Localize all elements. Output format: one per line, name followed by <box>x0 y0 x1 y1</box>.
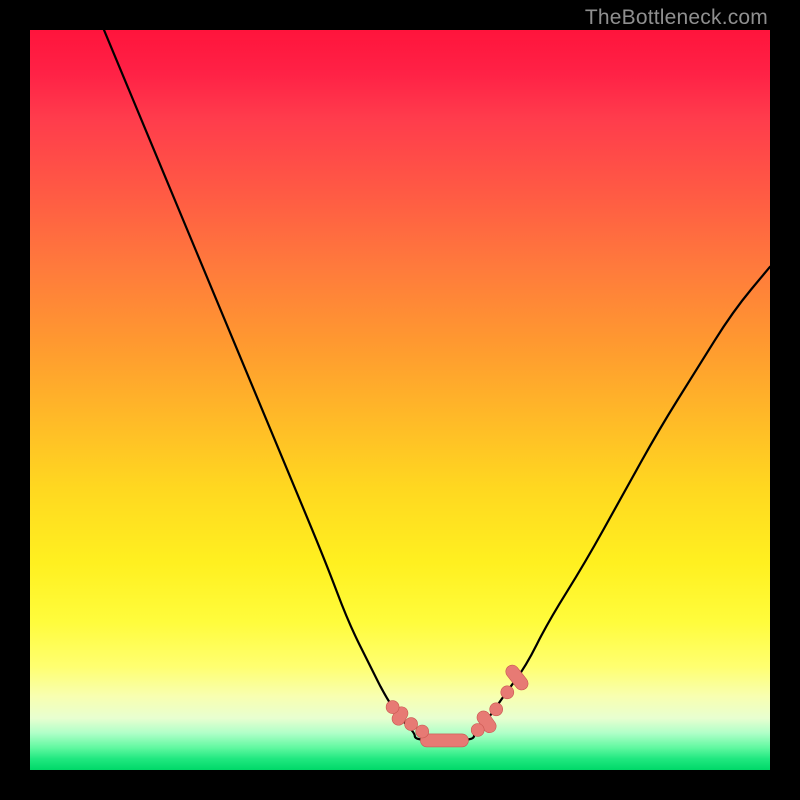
dot-marker <box>471 724 484 737</box>
chart-frame: TheBottleneck.com <box>0 0 800 800</box>
dot-marker <box>501 686 514 699</box>
bottleneck-curve <box>104 30 770 740</box>
watermark-text: TheBottleneck.com <box>585 6 768 30</box>
curve-layer <box>30 30 770 770</box>
dot-marker <box>416 725 429 738</box>
dot-marker <box>405 718 418 731</box>
plot-area <box>30 30 770 770</box>
pill-marker <box>420 734 468 747</box>
dot-marker <box>386 701 399 714</box>
dot-marker <box>490 703 503 716</box>
